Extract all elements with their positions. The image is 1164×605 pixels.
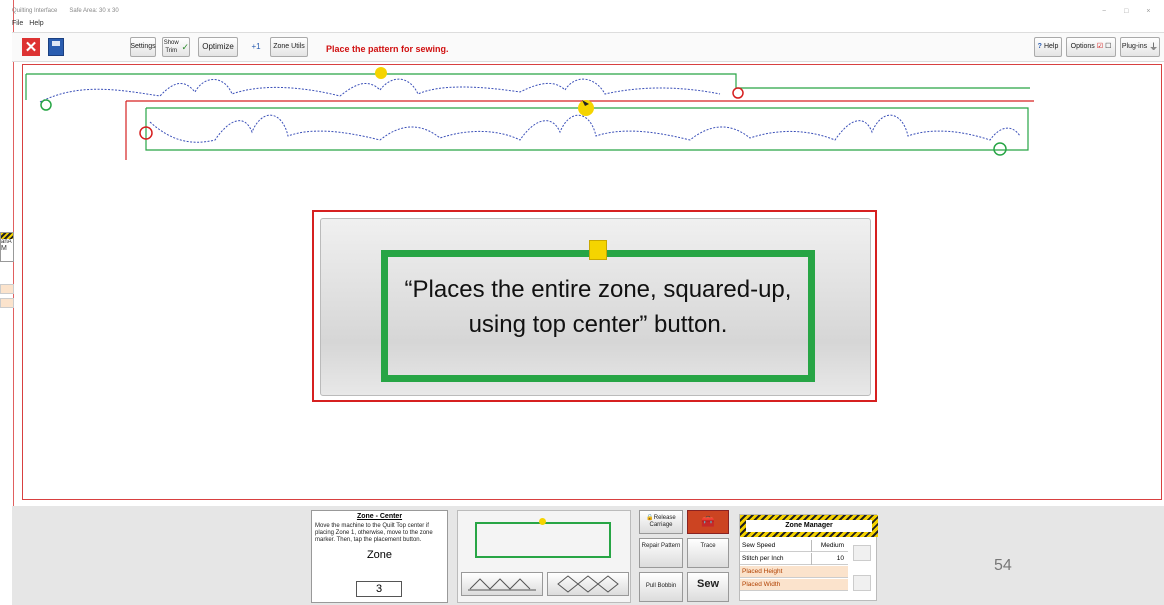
diamond-row-icon [468,578,536,591]
release-carriage-button[interactable]: 🔒Release Carriage [639,510,683,534]
stitch-per-inch-value[interactable]: 10 [811,553,846,565]
slide-page-number: 54 [994,557,1012,574]
placement-preview-panel [457,510,631,603]
placement-callout: “Places the entire zone, squared-up, usi… [312,210,877,402]
zone-label: Zone [366,549,393,561]
placement-square-button[interactable] [475,522,611,558]
zone-manager-header: Zone Manager [740,515,878,537]
lock-icon: 🔒 [646,515,654,521]
placement-row-left-button[interactable] [461,572,543,596]
zone-center-panel: Zone - Center Move the machine to the Qu… [311,510,448,603]
pull-bobbin-button[interactable]: Pull Bobbin [639,572,683,602]
placed-width-row: Placed Width [740,579,848,591]
diamond-row-icon [557,575,619,593]
zone-manager-panel: Zone Manager Sew Speed Medium Stitch per … [739,514,878,601]
zone-manager-title: Zone Manager [746,520,872,532]
toolbox-icon: 🧰 [701,516,715,528]
placed-width-label: Placed Width [742,581,781,588]
placement-row-right-button[interactable] [547,572,629,596]
upper-zone-outline [26,73,1030,89]
sew-speed-value[interactable]: Medium [811,540,846,552]
stitch-per-inch-row[interactable]: Stitch per Inch 10 [740,553,848,565]
trace-button[interactable]: Trace [687,538,729,568]
zone-panel-description: Move the machine to the Quilt Top center… [315,523,433,543]
sew-speed-label: Sew Speed [742,542,776,549]
zone-panel-title: Zone - Center [356,513,403,520]
pull-bobbin-label: Pull Bobbin [645,583,677,589]
repair-pattern-label: Repair Pattern [641,543,681,549]
placement-button-preview[interactable]: “Places the entire zone, squared-up, usi… [320,218,871,396]
quilting-app: anA M Quilting Interface Safe Area: 30 x… [0,0,1164,605]
trace-label: Trace [700,543,716,549]
sew-button[interactable]: Sew [687,572,729,602]
upper-start-marker [40,99,52,111]
zone-number-field[interactable]: 3 [356,581,402,597]
upper-center-marker [375,67,387,79]
lower-stitch-pattern [149,114,1021,143]
repair-pattern-button[interactable]: Repair Pattern [639,538,683,568]
release-carriage-label: Release Carriage [649,515,676,528]
zone-settings-button[interactable] [853,545,871,561]
placed-height-label: Placed Height [742,568,783,575]
stitch-per-inch-label: Stitch per Inch [742,555,784,562]
callout-caption: “Places the entire zone, squared-up, usi… [404,276,792,338]
upper-end-marker [732,87,744,99]
preview-center-dot-icon [539,518,546,525]
top-center-marker-icon [589,240,607,260]
zone-resize-button[interactable] [853,575,871,591]
placed-height-row: Placed Height [740,566,848,578]
upper-stitch-pattern [39,78,721,103]
sew-speed-row[interactable]: Sew Speed Medium [740,540,848,552]
sew-label: Sew [696,578,719,590]
tool-panel: 🔒Release Carriage 🧰 Repair Pattern Trace… [639,510,731,603]
lower-end-marker [993,142,1007,156]
toolbox-button[interactable]: 🧰 [687,510,729,534]
